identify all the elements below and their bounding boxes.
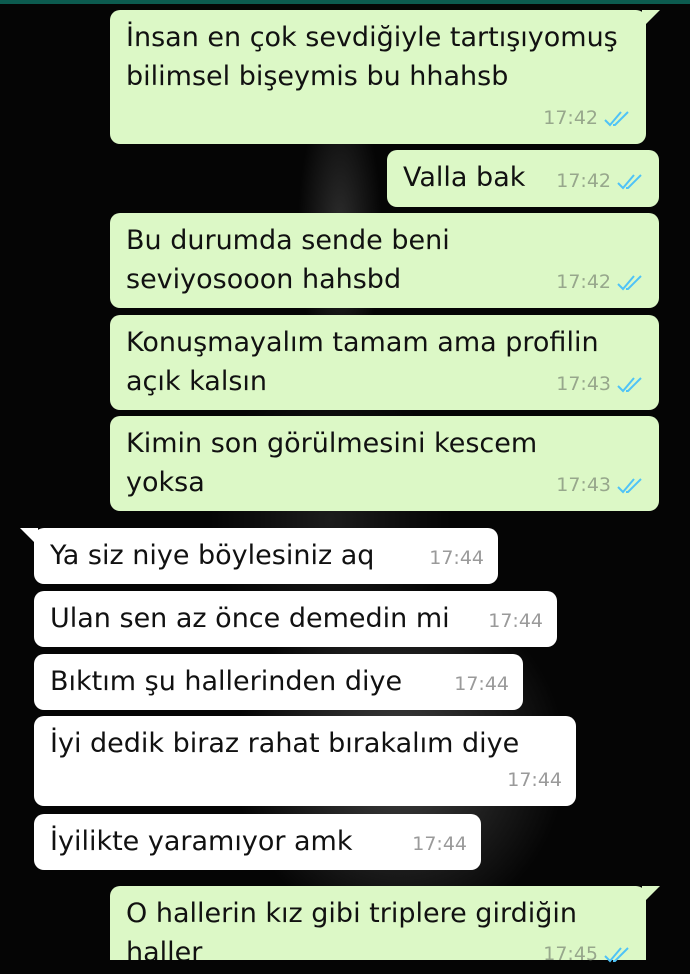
message-meta: 17:45 bbox=[543, 935, 632, 974]
message-bubble-outgoing[interactable]: Kimin son görülmesini kescem yoksa 17:43 bbox=[110, 416, 659, 511]
read-ticks-icon bbox=[604, 946, 629, 962]
message-text: Ya siz niye böylesiniz aq bbox=[50, 540, 375, 571]
read-ticks-icon bbox=[617, 477, 642, 493]
message-bubble-outgoing[interactable]: O hallerin kız gibi triplere girdiğin ha… bbox=[110, 886, 660, 965]
message-time: 17:44 bbox=[507, 769, 562, 791]
message-meta: 17:44 bbox=[507, 761, 562, 800]
header-bar-edge bbox=[0, 0, 690, 4]
message-bubble-incoming[interactable]: Ulan sen az önce demedin mi 17:44 bbox=[34, 591, 557, 647]
message-bubble-incoming[interactable]: İyilikte yaramıyor amk 17:44 bbox=[34, 814, 481, 870]
message-bubble-incoming[interactable]: Bıktım şu hallerinden diye 17:44 bbox=[34, 654, 523, 710]
message-meta: 17:44 bbox=[412, 825, 467, 864]
message-meta: 17:44 bbox=[488, 602, 543, 641]
message-time: 17:42 bbox=[543, 107, 598, 129]
message-text: İnsan en çok sevdiğiyle tartışıyomuş bil… bbox=[126, 22, 627, 92]
message-text: İyilikte yaramıyor amk bbox=[50, 826, 353, 857]
message-bubble-outgoing[interactable]: İnsan en çok sevdiğiyle tartışıyomuş bil… bbox=[110, 10, 660, 144]
message-text: İyi dedik biraz rahat bırakalım diye bbox=[50, 728, 520, 759]
message-bubble-outgoing[interactable]: Bu durumda sende beni seviyosooon hahsbd… bbox=[110, 213, 659, 308]
read-ticks-icon bbox=[604, 110, 629, 126]
message-text: Ulan sen az önce demedin mi bbox=[50, 603, 450, 634]
message-bubble-incoming[interactable]: Ya siz niye böylesiniz aq 17:44 bbox=[20, 528, 498, 584]
message-time: 17:45 bbox=[543, 943, 598, 965]
message-text: Bıktım şu hallerinden diye bbox=[50, 666, 403, 697]
message-time: 17:44 bbox=[488, 610, 543, 632]
message-text: Kimin son görülmesini kescem yoksa bbox=[126, 428, 546, 498]
message-meta: 17:42 bbox=[543, 99, 632, 138]
message-meta: 17:42 bbox=[556, 162, 645, 201]
message-time: 17:43 bbox=[556, 474, 611, 496]
message-meta: 17:43 bbox=[556, 466, 645, 505]
message-time: 17:42 bbox=[556, 170, 611, 192]
message-text: Bu durumda sende beni seviyosooon hahsbd bbox=[126, 225, 459, 295]
message-time: 17:43 bbox=[556, 373, 611, 395]
message-time: 17:44 bbox=[412, 833, 467, 855]
message-bubble-outgoing[interactable]: Konuşmayalım tamam ama profilin açık kal… bbox=[110, 315, 659, 410]
message-time: 17:44 bbox=[429, 547, 484, 569]
message-time: 17:44 bbox=[454, 673, 509, 695]
message-time: 17:42 bbox=[556, 271, 611, 293]
message-meta: 17:42 bbox=[556, 263, 645, 302]
read-ticks-icon bbox=[617, 173, 642, 189]
message-bubble-outgoing[interactable]: Valla bak 17:42 bbox=[387, 150, 659, 207]
message-meta: 17:44 bbox=[454, 665, 509, 704]
read-ticks-icon bbox=[617, 274, 642, 290]
message-meta: 17:44 bbox=[429, 539, 484, 578]
message-meta: 17:43 bbox=[556, 365, 645, 404]
message-bubble-incoming[interactable]: İyi dedik biraz rahat bırakalım diye 17:… bbox=[34, 716, 576, 806]
read-ticks-icon bbox=[617, 376, 642, 392]
